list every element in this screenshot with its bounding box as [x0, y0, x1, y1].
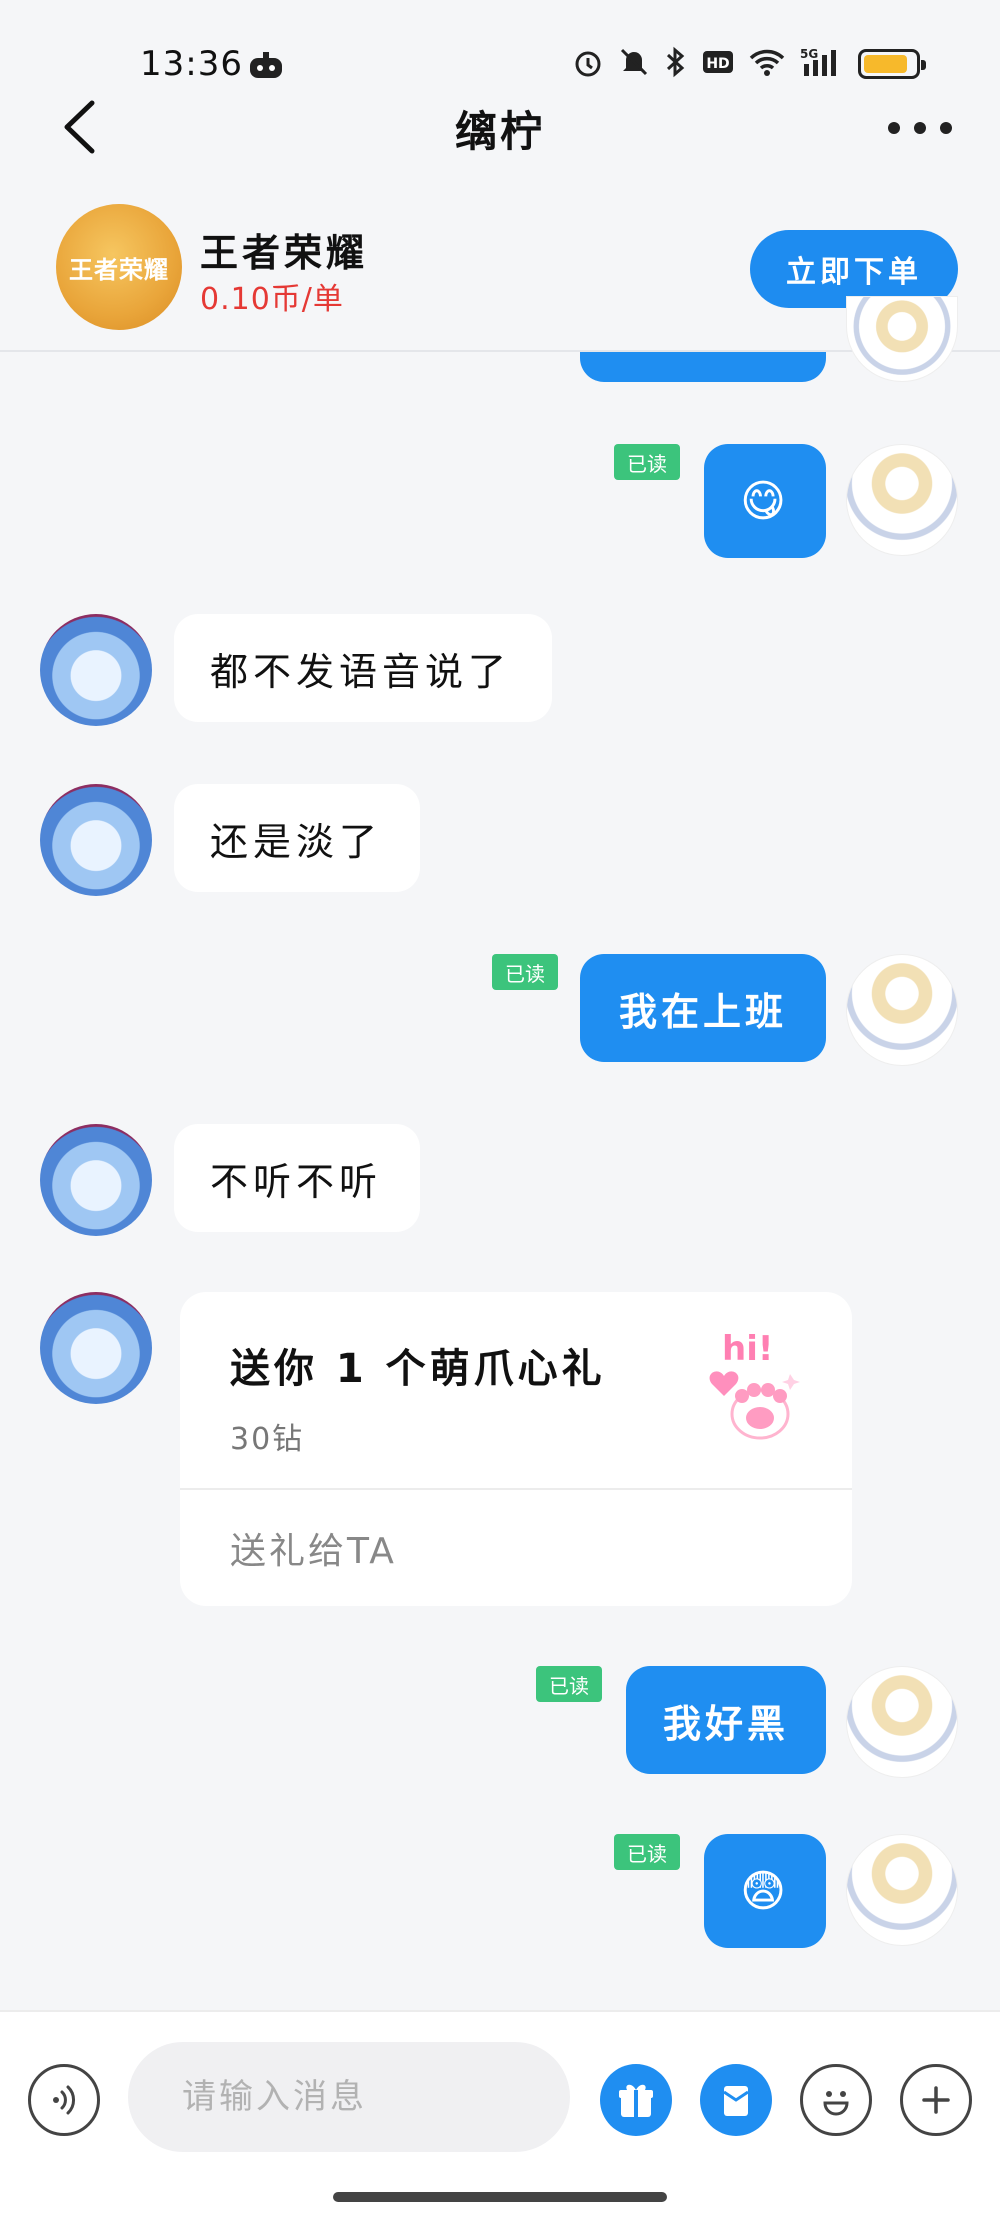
status-icons: HD 5G [572, 46, 926, 82]
message-bubble-sent[interactable]: 😨 [704, 1834, 826, 1948]
read-badge: 已读 [536, 1666, 602, 1702]
game-logo[interactable]: 王者荣耀 [56, 204, 182, 330]
svg-text:hi!: hi! [722, 1329, 773, 1369]
home-indicator[interactable] [333, 2192, 667, 2202]
my-avatar[interactable] [846, 296, 958, 382]
gift-icon [619, 2084, 653, 2117]
more-actions-button[interactable] [900, 2064, 972, 2136]
read-badge: 已读 [492, 954, 558, 990]
paw-heart-gift-icon: hi! [692, 1326, 816, 1450]
read-badge: 已读 [614, 1834, 680, 1870]
bluetooth-icon [664, 46, 688, 82]
more-options-button[interactable] [888, 108, 952, 148]
message-bubble-sent[interactable]: 我在上班 [580, 954, 826, 1062]
emoji-fearful: 😨 [740, 1865, 790, 1917]
gift-title: 送你 1 个萌爪心礼 [230, 1346, 606, 1392]
gift-button[interactable] [600, 2064, 672, 2136]
my-avatar[interactable] [846, 1666, 958, 1778]
gift-price: 30钻 [230, 1422, 305, 1457]
message-bubble-sent[interactable]: 我好黑 [626, 1666, 826, 1774]
message-bubble-received[interactable]: 不听不听 [174, 1124, 420, 1232]
plus-icon [922, 2086, 950, 2114]
gift-message-card[interactable]: 送你 1 个萌爪心礼 30钻 hi! 送礼给TA [180, 1292, 852, 1606]
hd-icon: HD [702, 48, 734, 80]
contact-avatar[interactable] [40, 784, 152, 896]
read-badge: 已读 [614, 444, 680, 480]
my-avatar[interactable] [846, 1834, 958, 1946]
voice-input-button[interactable] [28, 2064, 100, 2136]
app-notification-icon [248, 50, 284, 84]
send-gift-link[interactable]: 送礼给TA [230, 1522, 397, 1574]
svg-text:5G: 5G [800, 47, 818, 61]
emoji-button[interactable] [800, 2064, 872, 2136]
mute-icon [618, 46, 650, 82]
message-bubble-received[interactable]: 都不发语音说了 [174, 614, 552, 722]
input-toolbar [0, 2010, 1000, 2222]
svg-text:HD: HD [706, 56, 729, 72]
emoji-yum: 😋 [740, 475, 790, 527]
contact-avatar[interactable] [40, 614, 152, 726]
red-packet-icon [723, 2086, 749, 2116]
message-bubble-sent[interactable]: 😋 [704, 444, 826, 558]
battery-icon [858, 49, 926, 79]
contact-avatar[interactable] [40, 1124, 152, 1236]
my-avatar[interactable] [846, 954, 958, 1066]
my-avatar[interactable] [846, 444, 958, 556]
status-time: 13:36 [140, 44, 243, 84]
red-packet-button[interactable] [700, 2064, 772, 2136]
page-title: 缡柠 [454, 107, 545, 156]
message-bubble-partial[interactable] [580, 352, 826, 382]
alarm-icon [572, 46, 604, 82]
signal-icon: 5G [800, 46, 844, 82]
voice-icon [53, 2085, 75, 2115]
message-input[interactable] [128, 2042, 570, 2152]
message-bubble-received[interactable]: 还是淡了 [174, 784, 420, 892]
divider [180, 1488, 852, 1490]
contact-avatar[interactable] [40, 1292, 152, 1404]
game-price: 0.10币/单 [200, 282, 344, 317]
wifi-icon [748, 47, 786, 81]
smiley-icon [823, 2091, 849, 2116]
game-name: 王者荣耀 [200, 231, 369, 275]
